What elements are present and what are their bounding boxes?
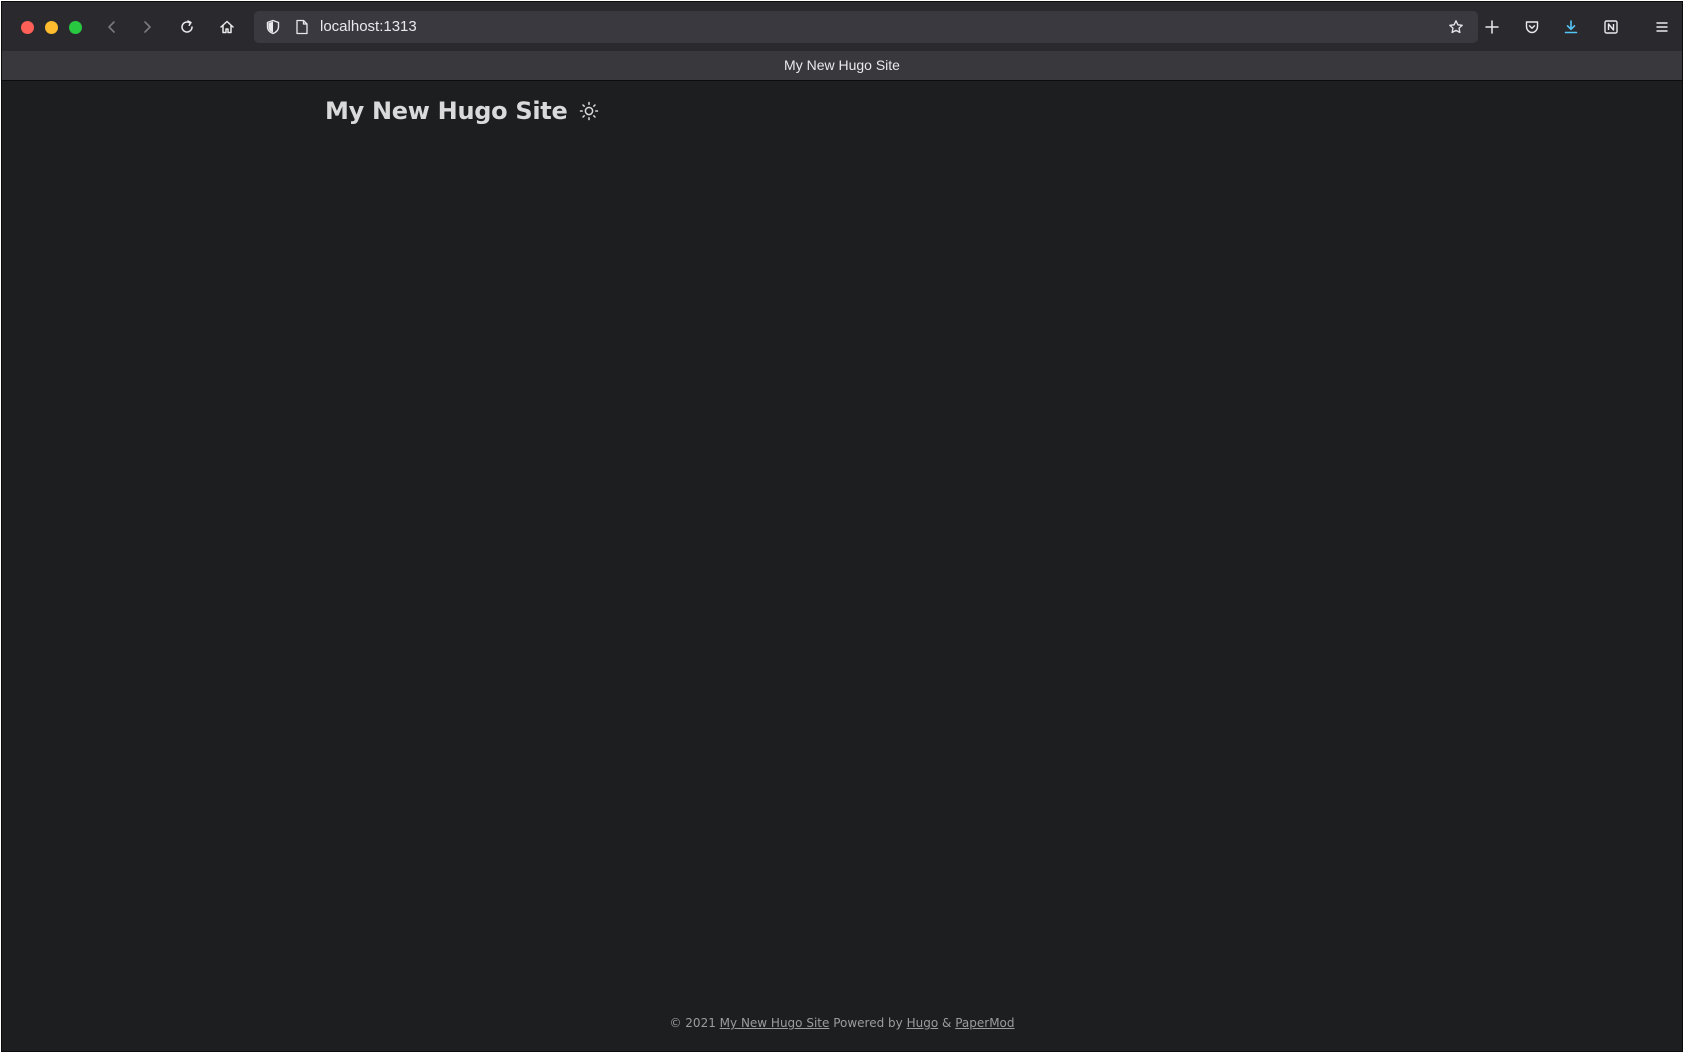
home-icon[interactable] — [215, 15, 239, 39]
url-bar[interactable]: localhost:1313 — [254, 11, 1478, 43]
url-text[interactable]: localhost:1313 — [320, 18, 417, 35]
ampersand-text: & — [942, 1016, 952, 1030]
tab-title[interactable]: My New Hugo Site — [784, 57, 900, 73]
tab-title-bar: My New Hugo Site — [2, 51, 1682, 81]
window-close-button[interactable] — [21, 21, 34, 34]
menu-icon[interactable] — [1650, 15, 1674, 39]
new-tab-icon[interactable] — [1480, 15, 1504, 39]
browser-window: localhost:1313 My New Hugo Site My New H… — [1, 1, 1683, 1052]
reload-icon[interactable] — [175, 15, 199, 39]
page-icon — [290, 15, 314, 39]
notion-extension-icon[interactable] — [1599, 15, 1623, 39]
site-footer: © 2021 My New Hugo Site Powered by Hugo … — [2, 1016, 1682, 1030]
footer-site-link[interactable]: My New Hugo Site — [720, 1016, 830, 1030]
site-header: My New Hugo Site — [325, 97, 599, 125]
window-maximize-button[interactable] — [69, 21, 82, 34]
downloads-icon[interactable] — [1559, 15, 1583, 39]
tracking-protection-icon[interactable] — [261, 15, 285, 39]
copyright-text: © 2021 — [669, 1016, 716, 1030]
papermod-link[interactable]: PaperMod — [955, 1016, 1014, 1030]
back-icon[interactable] — [100, 15, 124, 39]
sun-icon[interactable] — [579, 101, 599, 121]
pocket-icon[interactable] — [1520, 15, 1544, 39]
browser-toolbar: localhost:1313 — [2, 2, 1682, 51]
forward-icon[interactable] — [135, 15, 159, 39]
site-title-link[interactable]: My New Hugo Site — [325, 97, 568, 125]
window-minimize-button[interactable] — [45, 21, 58, 34]
powered-by-text: Powered by — [833, 1016, 903, 1030]
bookmark-star-icon[interactable] — [1444, 15, 1468, 39]
hugo-link[interactable]: Hugo — [907, 1016, 939, 1030]
page-content: My New Hugo Site © 2021 My New Hugo Site… — [2, 81, 1682, 1051]
